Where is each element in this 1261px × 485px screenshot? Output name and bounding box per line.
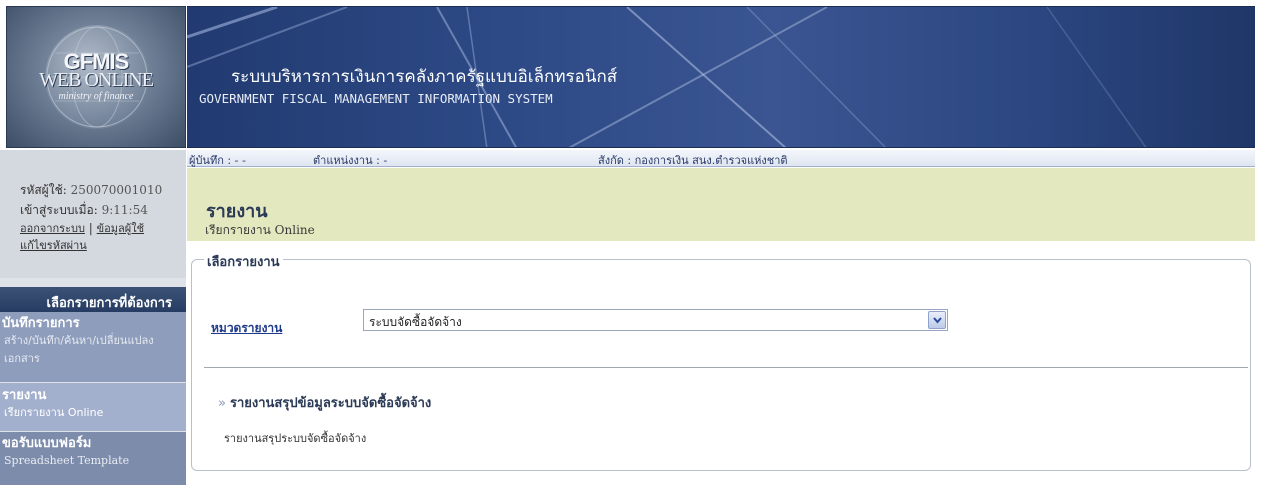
system-title-thai: ระบบบริหารการเงินการคลังภาครัฐแบบอิเล็กท…: [231, 67, 618, 87]
dropdown-button[interactable]: [928, 311, 946, 329]
logo-ministry-text: ministry of finance: [58, 91, 134, 102]
sidebar-item-form-download[interactable]: ขอรับแบบฟอร์ม Spreadsheet Template: [0, 432, 186, 485]
report-section-title: รายงานสรุปข้อมูลระบบจัดซื้อจัดจ้าง: [229, 396, 432, 411]
login-time-label: เข้าสู่ระบบเมื่อ:: [20, 203, 98, 217]
report-category-label[interactable]: หมวดรายงาน: [211, 319, 282, 338]
chevron-down-icon: [933, 317, 942, 324]
sidebar-item-title: บันทึกรายการ: [2, 316, 80, 331]
link-separator: |: [88, 221, 93, 235]
report-select-legend: เลือกรายงาน: [204, 251, 283, 272]
logout-link[interactable]: ออกจากระบบ: [20, 222, 85, 235]
sidebar: รหัสผู้ใช้: 250070001010 เข้าสู่ระบบเมื่…: [0, 150, 186, 485]
sidebar-item-record[interactable]: บันทึกรายการ สร้าง/บันทึก/ค้นหา/เปลี่ยนแ…: [0, 312, 186, 382]
report-section-heading: » รายงานสรุปข้อมูลระบบจัดซื้อจัดจ้าง: [218, 392, 431, 413]
page-subtitle: เรียกรายงาน Online: [205, 223, 315, 237]
sidebar-item-title: รายงาน: [2, 388, 47, 403]
section-divider: [204, 367, 1248, 368]
report-select-panel: หมวดรายงาน ระบบจัดซื้อจัดจ้าง » รายงานสรุ…: [191, 259, 1251, 471]
menu-heading: เลือกรายการที่ต้องการ: [0, 287, 186, 312]
user-info-bar: ผู้บันทึก : - - ตำแหน่งงาน : - สังกัด : …: [187, 150, 1255, 167]
position-info: ตำแหน่งงาน : -: [313, 154, 388, 167]
sidebar-item-subtitle: Spreadsheet Template: [4, 454, 130, 467]
report-category-value: ระบบจัดซื้อจัดจ้าง: [369, 315, 462, 329]
system-title-english: GOVERNMENT FISCAL MANAGEMENT INFORMATION…: [199, 91, 553, 106]
main-content: หมวดรายงาน ระบบจัดซื้อจัดจ้าง » รายงานสรุ…: [187, 241, 1255, 485]
user-id-label: รหัสผู้ใช้:: [20, 183, 67, 197]
sidebar-item-subtitle: เรียกรายงาน Online: [4, 406, 104, 419]
header-banner: ระบบบริหารการเงินการคลังภาครัฐแบบอิเล็กท…: [187, 6, 1255, 148]
logo-webonline-text: WEB ONLINE: [39, 69, 154, 91]
organization-info: สังกัด : กองการเงิน สนง.ตำรวจแห่งชาติ: [598, 154, 788, 167]
report-summary-link[interactable]: รายงานสรุประบบจัดซื้อจัดจ้าง: [224, 429, 366, 447]
sidebar-item-report[interactable]: รายงาน เรียกรายงาน Online: [0, 383, 186, 431]
user-id-value: 250070001010: [70, 183, 163, 197]
user-profile-link[interactable]: ข้อมูลผู้ใช้: [97, 222, 144, 235]
page-header: รายงาน เรียกรายงาน Online: [187, 168, 1255, 241]
report-category-select[interactable]: ระบบจัดซื้อจัดจ้าง: [363, 309, 948, 331]
user-info-panel: รหัสผู้ใช้: 250070001010 เข้าสู่ระบบเมื่…: [0, 150, 186, 278]
sidebar-item-title: ขอรับแบบฟอร์ม: [2, 436, 92, 451]
change-password-link[interactable]: แก้ไขรหัสผ่าน: [20, 239, 87, 252]
double-chevron-icon: »: [218, 396, 226, 411]
header: GFMIS WEB ONLINE ministry of finance ระบ…: [0, 0, 1261, 150]
sidebar-item-subtitle: สร้าง/บันทึก/ค้นหา/เปลี่ยนแปลง เอกสาร: [4, 334, 154, 365]
recorder-info: ผู้บันทึก : - -: [189, 154, 246, 167]
login-time-value: 9:11:54: [101, 203, 148, 217]
gfmis-logo: GFMIS WEB ONLINE ministry of finance: [6, 6, 186, 148]
